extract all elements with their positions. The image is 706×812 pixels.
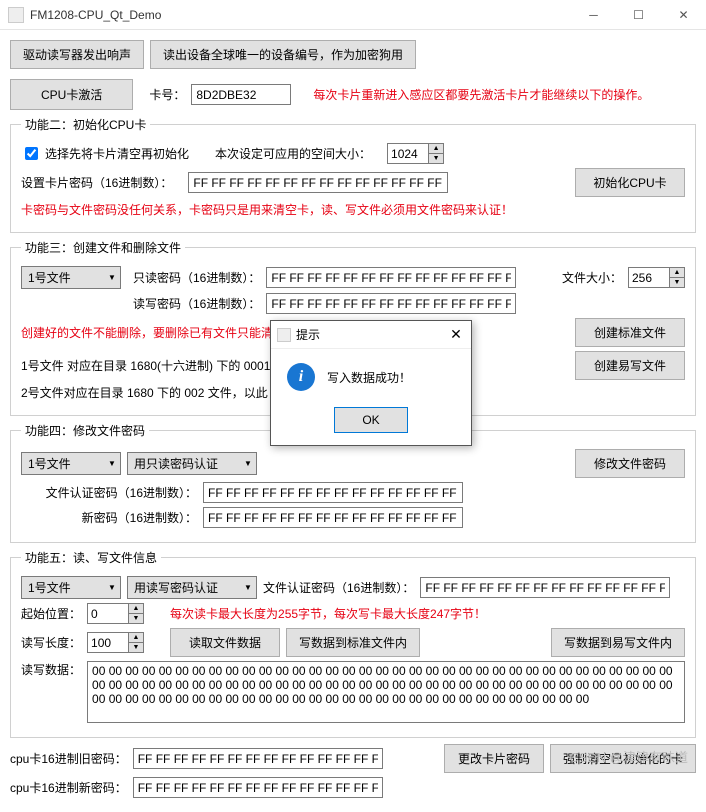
rw-data-textarea[interactable] (87, 661, 685, 723)
group-init-card: 功能二：初始化CPU卡 选择先将卡片清空再初始化 本次设定可应用的空间大小： ▲… (10, 116, 696, 233)
titlebar: FM1208-CPU_Qt_Demo ─ ☐ ✕ (0, 0, 706, 30)
rw-len-label: 读写长度： (21, 634, 81, 651)
chevron-down-icon: ▼ (104, 273, 120, 282)
read-file-button[interactable]: 读取文件数据 (170, 628, 280, 657)
auth-pwd-label-g4: 文件认证密码（16进制数）： (21, 484, 197, 501)
card-pwd-input[interactable] (188, 172, 448, 193)
dialog-close-icon[interactable]: ✕ (441, 326, 471, 343)
group-modify-legend: 功能四：修改文件密码 (21, 422, 149, 439)
start-up-icon[interactable]: ▲ (129, 604, 143, 614)
rw-warning: 每次读卡最大长度为255字节，每次写卡最大长度247字节！ (170, 605, 486, 622)
maximize-button[interactable]: ☐ (616, 0, 661, 30)
rw-len-input[interactable] (88, 633, 128, 652)
group-init-legend: 功能二：初始化CPU卡 (21, 116, 150, 133)
group-rw-legend: 功能五：读、写文件信息 (21, 549, 161, 566)
info-icon: i (287, 363, 315, 391)
rw-pwd-label: 读写密码（16进制数）： (133, 295, 260, 312)
activate-card-button[interactable]: CPU卡激活 (10, 79, 133, 110)
ro-pwd-label: 只读密码（16进制数）： (133, 269, 260, 286)
group-rw-file: 功能五：读、写文件信息 1号文件▼ 用读写密码认证▼ 文件认证密码（16进制数）… (10, 549, 696, 738)
size-down-icon[interactable]: ▼ (670, 278, 684, 287)
new-pwd-label-g4: 新密码（16进制数）： (21, 509, 197, 526)
app-icon (8, 7, 24, 23)
new-cpu-pwd-label: cpu卡16进制新密码： (10, 779, 127, 796)
space-label: 本次设定可应用的空间大小： (215, 145, 371, 162)
card-no-label: 卡号： (149, 86, 185, 103)
file-size-input[interactable] (629, 268, 669, 287)
close-button[interactable]: ✕ (661, 0, 706, 30)
change-card-pwd-button[interactable]: 更改卡片密码 (444, 744, 544, 773)
start-pos-spinner[interactable]: ▲▼ (87, 603, 144, 624)
start-pos-label: 起始位置： (21, 605, 81, 622)
auth-pwd-input-g4[interactable] (203, 482, 463, 503)
chevron-down-icon: ▼ (104, 459, 120, 468)
dialog-title: 提示 (296, 326, 441, 343)
group-create-legend: 功能三：创建文件和删除文件 (21, 239, 185, 256)
window-title: FM1208-CPU_Qt_Demo (30, 8, 571, 22)
dialog-ok-button[interactable]: OK (334, 407, 408, 433)
clear-first-checkbox[interactable]: 选择先将卡片清空再初始化 (21, 144, 189, 163)
file-select-g3[interactable]: 1号文件▼ (21, 266, 121, 289)
init-warning: 卡密码与文件密码没任何关系，卡密码只是用来清空卡，读、写文件必须用文件密码来认证… (21, 201, 513, 218)
minimize-button[interactable]: ─ (571, 0, 616, 30)
write-easy-button[interactable]: 写数据到易写文件内 (551, 628, 685, 657)
file-size-spinner[interactable]: ▲▼ (628, 267, 685, 288)
new-cpu-pwd-input[interactable] (133, 777, 383, 798)
activate-warning: 每次卡片重新进入感应区都要先激活卡片才能继续以下的操作。 (313, 86, 649, 103)
chevron-down-icon: ▼ (240, 459, 256, 468)
ro-pwd-input[interactable] (266, 267, 516, 288)
start-down-icon[interactable]: ▼ (129, 614, 143, 623)
space-spinner[interactable]: ▲▼ (387, 143, 444, 164)
write-std-button[interactable]: 写数据到标准文件内 (286, 628, 420, 657)
rw-data-label: 读写数据： (21, 661, 81, 678)
create-warning: 创建好的文件不能删除，要删除已有文件只能清 (21, 324, 273, 341)
space-up-icon[interactable]: ▲ (429, 144, 443, 154)
len-down-icon[interactable]: ▼ (129, 643, 143, 652)
size-up-icon[interactable]: ▲ (670, 268, 684, 278)
read-device-no-button[interactable]: 读出设备全球唯一的设备编号，作为加密狗用 (150, 40, 416, 69)
len-up-icon[interactable]: ▲ (129, 633, 143, 643)
auth-pwd-label-g5: 文件认证密码（16进制数）： (263, 579, 414, 596)
rw-len-spinner[interactable]: ▲▼ (87, 632, 144, 653)
auth-mode-g4[interactable]: 用只读密码认证▼ (127, 452, 257, 475)
dialog-app-icon (277, 328, 291, 342)
old-cpu-pwd-input[interactable] (133, 748, 383, 769)
space-input[interactable] (388, 144, 428, 163)
clear-first-check[interactable] (25, 147, 38, 160)
old-cpu-pwd-label: cpu卡16进制旧密码： (10, 750, 127, 767)
chevron-down-icon: ▼ (240, 583, 256, 592)
create-note2: 2号文件对应在目录 1680 下的 002 文件，以此 (21, 384, 268, 401)
auth-pwd-input-g5[interactable] (420, 577, 670, 598)
create-easy-file-button[interactable]: 创建易写文件 (575, 351, 685, 380)
dialog-message: 写入数据成功！ (327, 369, 411, 386)
file-select-g5[interactable]: 1号文件▼ (21, 576, 121, 599)
card-no-input[interactable] (191, 84, 291, 105)
card-pwd-label: 设置卡片密码（16进制数）： (21, 174, 172, 191)
chevron-down-icon: ▼ (104, 583, 120, 592)
file-size-label: 文件大小： (562, 269, 622, 286)
beep-button[interactable]: 驱动读写器发出响声 (10, 40, 144, 69)
file-select-g4[interactable]: 1号文件▼ (21, 452, 121, 475)
init-card-button[interactable]: 初始化CPU卡 (575, 168, 685, 197)
create-std-file-button[interactable]: 创建标准文件 (575, 318, 685, 347)
message-dialog: 提示 ✕ i 写入数据成功！ OK (270, 320, 472, 446)
create-note1: 1号文件 对应在目录 1680(十六进制) 下的 0001 (21, 357, 270, 374)
space-down-icon[interactable]: ▼ (429, 154, 443, 163)
auth-mode-g5[interactable]: 用读写密码认证▼ (127, 576, 257, 599)
modify-pwd-button[interactable]: 修改文件密码 (575, 449, 685, 478)
watermark: CSDN @津津有味道 (569, 747, 688, 766)
new-pwd-input-g4[interactable] (203, 507, 463, 528)
rw-pwd-input[interactable] (266, 293, 516, 314)
start-pos-input[interactable] (88, 604, 128, 623)
